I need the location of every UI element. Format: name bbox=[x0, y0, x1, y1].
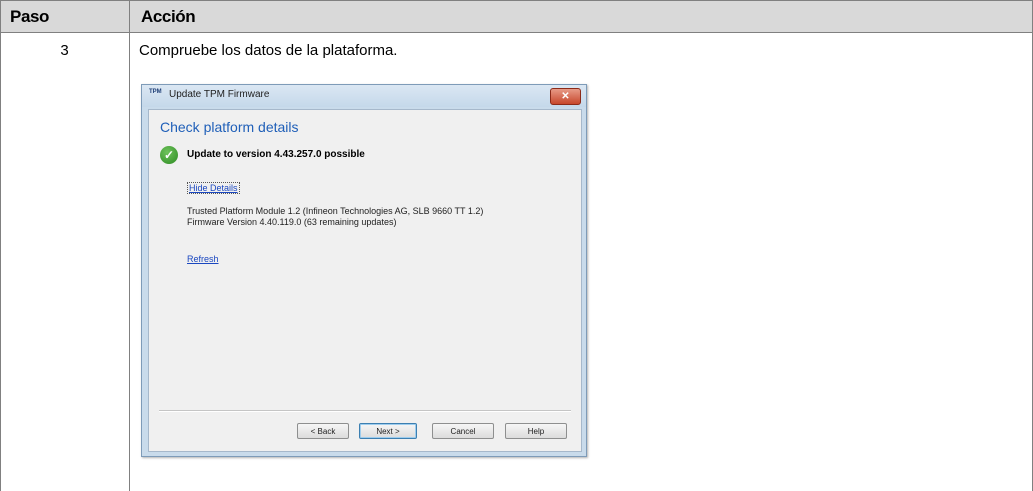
cancel-button[interactable]: Cancel bbox=[432, 423, 494, 439]
next-button[interactable]: Next > bbox=[359, 423, 417, 439]
tpm-app-icon: TPM bbox=[149, 89, 162, 95]
hide-details-link[interactable]: Hide Details bbox=[187, 182, 240, 194]
procedure-table: Paso Acción 3 Compruebe los datos de la … bbox=[0, 0, 1033, 491]
close-button[interactable]: ✕ bbox=[550, 88, 581, 105]
step-number: 3 bbox=[60, 42, 69, 59]
step-instruction: Compruebe los datos de la plataforma. bbox=[139, 42, 398, 59]
table-border-left bbox=[0, 0, 1, 491]
column-separator bbox=[129, 0, 130, 491]
button-separator bbox=[159, 410, 571, 412]
firmware-version-info: Firmware Version 4.40.119.0 (63 remainin… bbox=[187, 217, 397, 227]
tpm-module-info: Trusted Platform Module 1.2 (Infineon Te… bbox=[187, 206, 484, 216]
refresh-link[interactable]: Refresh bbox=[187, 254, 219, 264]
help-button[interactable]: Help bbox=[505, 423, 567, 439]
close-icon: ✕ bbox=[561, 91, 570, 102]
header-paso: Paso bbox=[10, 7, 50, 26]
page-heading: Check platform details bbox=[160, 119, 299, 135]
header-accion: Acción bbox=[141, 7, 196, 26]
update-status: Update to version 4.43.257.0 possible bbox=[187, 149, 365, 160]
update-tpm-dialog: TPM Update TPM Firmware ✕ Check platform… bbox=[141, 84, 587, 457]
table-header: Paso Acción bbox=[0, 0, 1033, 33]
dialog-content: Check platform details ✓ Update to versi… bbox=[148, 109, 582, 452]
check-circle-icon: ✓ bbox=[160, 146, 178, 164]
back-button[interactable]: < Back bbox=[297, 423, 349, 439]
dialog-titlebar[interactable]: TPM Update TPM Firmware ✕ bbox=[142, 85, 586, 107]
dialog-title: Update TPM Firmware bbox=[169, 89, 270, 100]
